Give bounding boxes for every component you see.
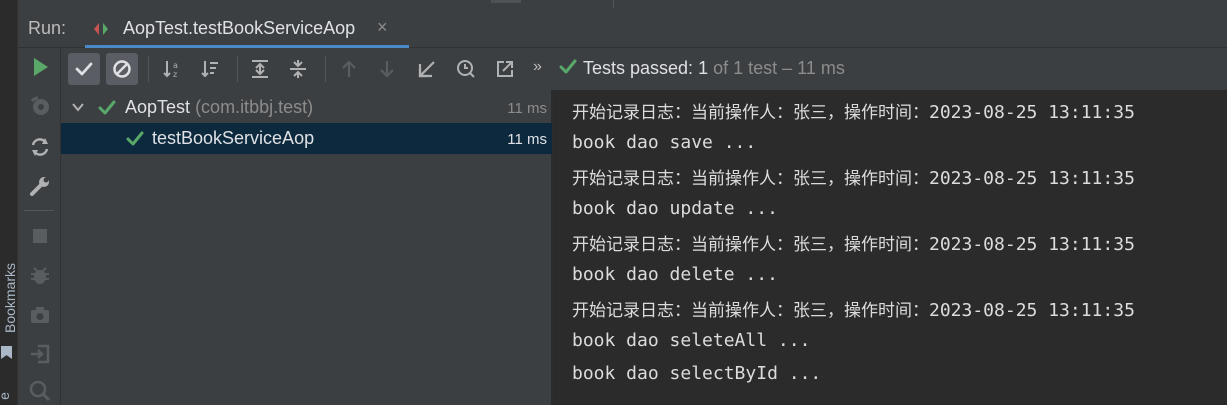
test-method-name: testBookServiceAop	[152, 128, 315, 148]
console-line: book dao seleteAll ...	[572, 330, 811, 351]
tests-passed-label: Tests passed:	[583, 58, 694, 78]
run-configuration-tab[interactable]: AopTest.testBookServiceAop ×	[85, 8, 409, 48]
show-passed-icon	[75, 62, 93, 76]
bookmarks-tab[interactable]: Bookmarks	[2, 260, 18, 336]
editor-top-strip	[18, 0, 1227, 8]
run-tools-column	[18, 48, 61, 405]
import-tests-icon	[418, 61, 435, 78]
tools-separator	[24, 210, 54, 211]
chevron-down-icon[interactable]	[71, 100, 85, 114]
camera-snapshot-icon[interactable]	[28, 303, 52, 327]
stop-icon[interactable]	[28, 224, 52, 248]
console-line: 开始记录日志：当前操作人：张三，操作时间：2023-08-25 13:11:35	[572, 102, 1135, 123]
rerun-icon[interactable]	[28, 55, 52, 79]
settings-wrench-icon[interactable]	[28, 174, 52, 198]
login-import-icon[interactable]	[28, 342, 52, 366]
previous-failed-icon	[342, 60, 356, 77]
top-divider	[613, 0, 614, 8]
console-line: book dao save ...	[572, 132, 757, 153]
test-history-icon	[457, 60, 475, 78]
collapse-all-icon	[290, 60, 306, 78]
test-method-duration: 11 ms	[507, 131, 547, 148]
export-results-icon	[497, 61, 513, 77]
console-line: 开始记录日志：当前操作人：张三，操作时间：2023-08-25 13:11:35	[572, 168, 1135, 189]
show-passed-button[interactable]	[68, 53, 100, 85]
import-tests-button[interactable]	[411, 53, 443, 85]
tests-summary: of 1 test – 11 ms	[713, 58, 845, 78]
run-tab-title: AopTest.testBookServiceAop	[123, 18, 356, 38]
test-class-duration: 11 ms	[507, 100, 547, 117]
passed-check-icon	[559, 59, 577, 74]
expand-all-icon	[252, 60, 268, 78]
toolbar-separator	[325, 56, 326, 82]
sort-by-duration-icon	[201, 61, 218, 78]
more-actions-chevron[interactable]: »	[533, 58, 542, 76]
close-tab-icon[interactable]: ×	[377, 17, 388, 38]
expand-all-button[interactable]	[244, 53, 276, 85]
sort-alphabetically-icon: a z	[163, 61, 178, 79]
toolbar-separator	[237, 56, 238, 82]
toolbar-separator	[148, 56, 149, 82]
passed-check-icon	[98, 100, 116, 115]
test-class-package: (com.itbbj.test)	[195, 97, 314, 117]
left-tool-stripe: Bookmarks e	[0, 0, 18, 405]
run-label: Run:	[28, 18, 67, 38]
svg-text:a: a	[173, 61, 178, 70]
tree-row-test-method[interactable]: testBookServiceAop 11 ms	[61, 123, 552, 154]
show-ignored-button[interactable]	[106, 53, 138, 85]
history-search-icon[interactable]	[28, 379, 52, 403]
sort-alphabetically-button[interactable]: a z	[156, 53, 188, 85]
previous-failed-button[interactable]	[333, 53, 365, 85]
show-ignored-icon	[113, 60, 131, 78]
console-line: 开始记录日志：当前操作人：张三，操作时间：2023-08-25 13:11:35	[572, 234, 1135, 255]
tree-row-test-class[interactable]: AopTest (com.itbbj.test) 11 ms	[61, 92, 552, 123]
console-line: book dao selectById ...	[572, 363, 822, 384]
bookmark-icon[interactable]	[1, 346, 12, 359]
sort-by-duration-button[interactable]	[194, 53, 226, 85]
next-failed-button[interactable]	[371, 53, 403, 85]
console-line: book dao update ...	[572, 198, 778, 219]
collapse-all-button[interactable]	[282, 53, 314, 85]
toggle-auto-test-icon[interactable]	[28, 135, 52, 159]
rerun-failed-icon[interactable]	[28, 95, 52, 119]
tests-passed-count: 1	[698, 58, 709, 78]
test-runner-toolbar: a z » Tests passed: 1 of 1 test – 11 ms	[61, 48, 1227, 90]
tests-status: Tests passed: 1 of 1 test – 11 ms	[559, 58, 845, 79]
console-line: book dao delete ...	[572, 264, 778, 285]
test-results-tree: AopTest (com.itbbj.test) 11 ms testBookS…	[61, 90, 552, 405]
passed-check-icon	[126, 131, 144, 146]
export-results-button[interactable]	[489, 53, 521, 85]
debug-icon[interactable]	[28, 264, 52, 288]
svg-text:z: z	[173, 70, 177, 79]
test-class-name: AopTest (com.itbbj.test)	[125, 97, 314, 117]
test-history-button[interactable]	[450, 53, 482, 85]
next-failed-icon	[380, 61, 394, 78]
bottom-stripe-label[interactable]: e	[0, 392, 12, 400]
junit-run-icon	[94, 23, 108, 35]
console-output[interactable]: 开始记录日志：当前操作人：张三，操作时间：2023-08-25 13:11:35…	[553, 90, 1227, 405]
scroll-indicator	[491, 0, 521, 3]
console-line: 开始记录日志：当前操作人：张三，操作时间：2023-08-25 13:11:35	[572, 300, 1135, 321]
run-tool-window-header: Run: AopTest.testBookServiceAop ×	[18, 8, 1227, 48]
